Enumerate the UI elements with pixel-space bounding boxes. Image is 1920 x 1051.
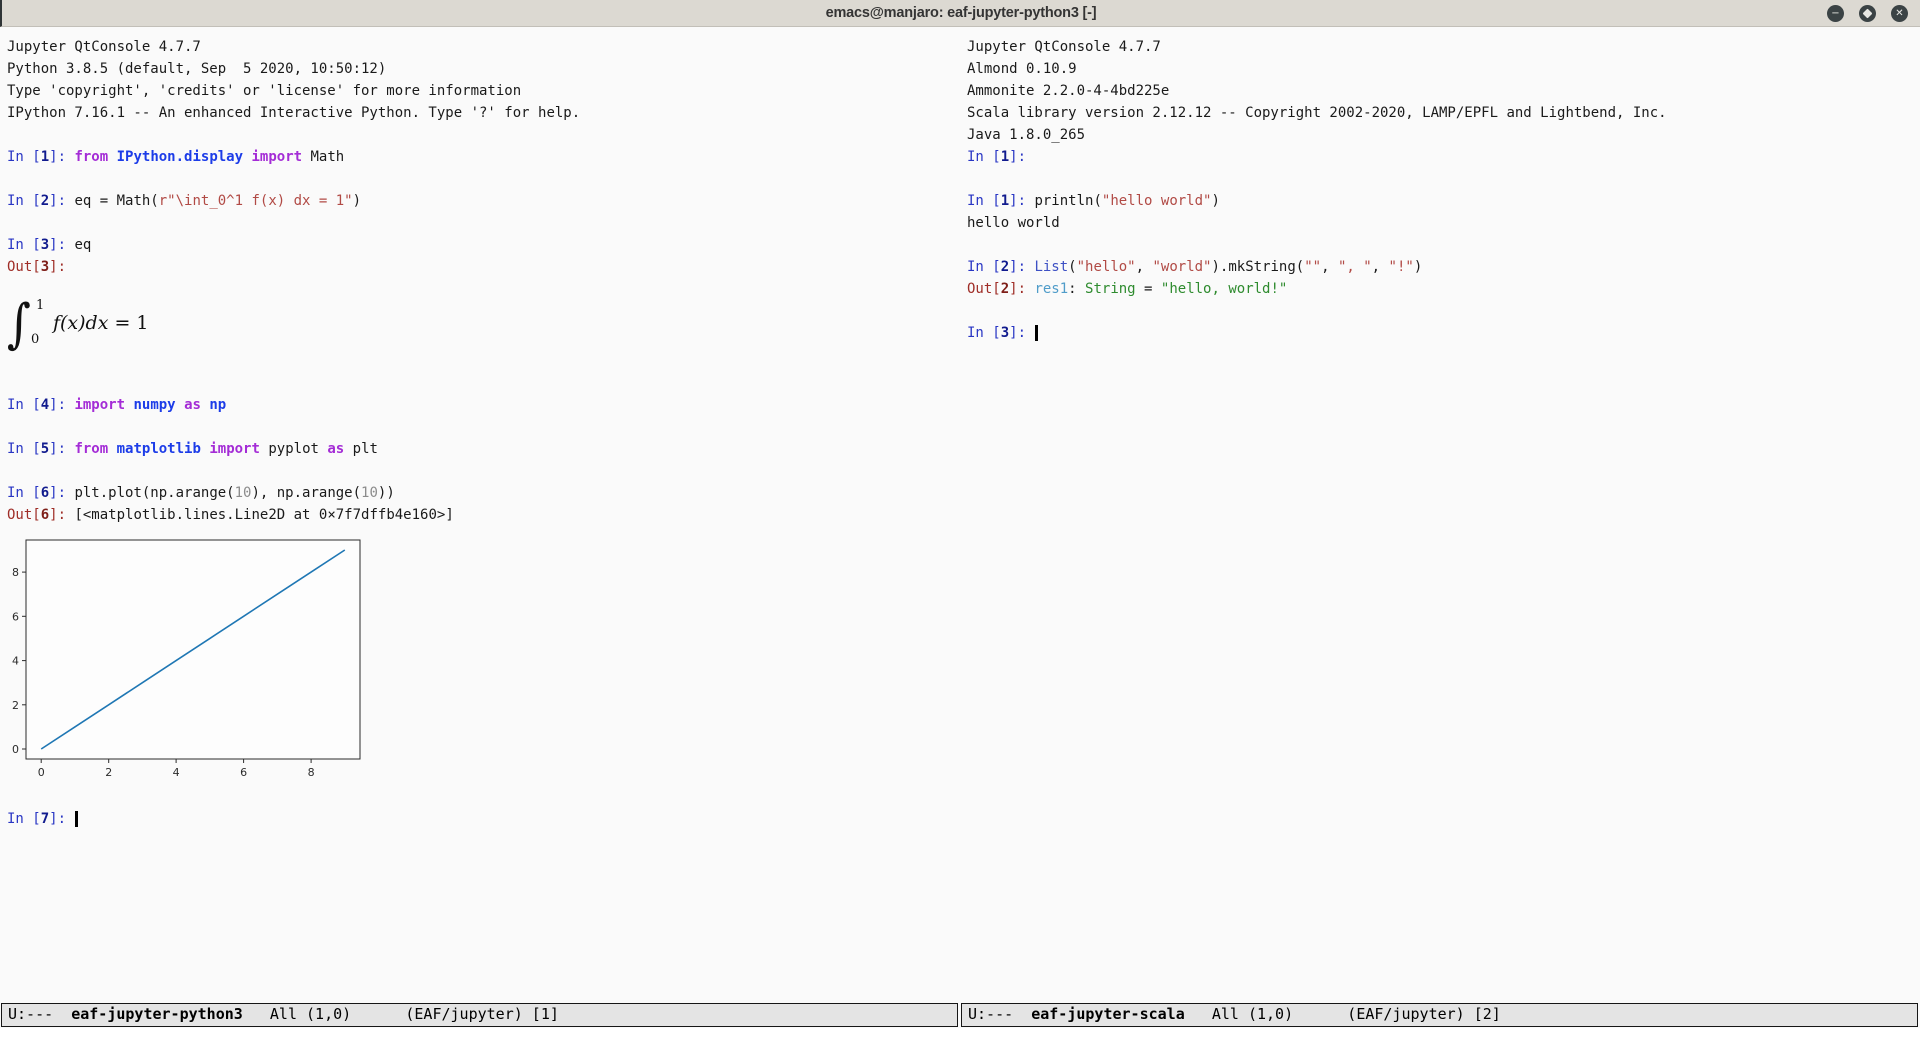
maximize-button[interactable] — [1859, 5, 1876, 22]
console-line: Jupyter QtConsole 4.7.7 — [7, 36, 960, 58]
console-line: In [4]: import numpy as np — [7, 394, 960, 416]
console-line: In [5]: from matplotlib import pyplot as… — [7, 438, 960, 460]
line-plot: 0 2 4 6 8 0 2 4 6 8 — [7, 533, 379, 779]
console-output-intro: Jupyter QtConsole 4.7.7Python 3.8.5 (def… — [7, 36, 960, 278]
console-line — [7, 124, 960, 146]
latex-equation-output: ∫ 1 0 f(x)dx = 1 — [7, 292, 960, 354]
text-cursor — [75, 811, 78, 827]
titlebar[interactable]: emacs@manjaro: eaf-jupyter-python3 [-] −… — [0, 0, 1920, 27]
svg-text:0: 0 — [38, 766, 45, 779]
console-line: Type 'copyright', 'credits' or 'license'… — [7, 80, 960, 102]
console-output-mid: In [4]: import numpy as np In [5]: from … — [7, 394, 960, 526]
svg-text:4: 4 — [173, 766, 180, 779]
text-cursor — [1035, 325, 1038, 341]
console-line — [967, 234, 1920, 256]
maximize-icon — [1863, 9, 1873, 19]
integral-upper-limit: 1 — [36, 295, 44, 317]
minimize-button[interactable]: − — [1827, 5, 1844, 22]
matplotlib-figure: 0 2 4 6 8 0 2 4 6 8 — [7, 533, 960, 786]
svg-text:2: 2 — [105, 766, 112, 779]
svg-text:4: 4 — [12, 655, 19, 668]
console-line: IPython 7.16.1 -- An enhanced Interactiv… — [7, 102, 960, 124]
console-line — [7, 168, 960, 190]
console-line: Scala library version 2.12.12 -- Copyrig… — [967, 102, 1920, 124]
console-line: Out[6]: [<matplotlib.lines.Line2D at 0×7… — [7, 504, 960, 526]
console-line: Out[3]: — [7, 256, 960, 278]
console-line: Python 3.8.5 (default, Sep 5 2020, 10:50… — [7, 58, 960, 80]
svg-text:0: 0 — [12, 743, 19, 756]
console-line: Almond 0.10.9 — [967, 58, 1920, 80]
window-title: emacs@manjaro: eaf-jupyter-python3 [-] — [826, 5, 1097, 21]
console-line: In [3]: — [967, 322, 1920, 344]
svg-text:2: 2 — [12, 699, 19, 712]
console-line — [7, 416, 960, 438]
console-line: Out[2]: res1: String = "hello, world!" — [967, 278, 1920, 300]
close-button[interactable]: ✕ — [1891, 5, 1908, 22]
scala-console-pane[interactable]: Jupyter QtConsole 4.7.7Almond 0.10.9Ammo… — [960, 27, 1920, 1003]
console-line: In [7]: — [7, 808, 960, 830]
python-console-pane[interactable]: Jupyter QtConsole 4.7.7Python 3.8.5 (def… — [0, 27, 960, 1003]
console-line: Jupyter QtConsole 4.7.7 — [967, 36, 1920, 58]
integral-sign: ∫ — [7, 289, 31, 358]
console-line: In [3]: eq — [7, 234, 960, 256]
console-line: In [1]: — [967, 146, 1920, 168]
modeline-python[interactable]: U:--- eaf-jupyter-python3 All (1,0) (EAF… — [1, 1003, 958, 1027]
console-line — [7, 212, 960, 234]
equation-body: f(x)dx = 1 — [53, 312, 149, 334]
console-line — [967, 300, 1920, 322]
console-line: In [1]: println("hello world") — [967, 190, 1920, 212]
svg-text:6: 6 — [12, 610, 19, 623]
console-line: In [6]: plt.plot(np.arange(10), np.arang… — [7, 482, 960, 504]
svg-text:6: 6 — [240, 766, 247, 779]
console-line: In [2]: eq = Math(r"\int_0^1 f(x) dx = 1… — [7, 190, 960, 212]
console-line — [7, 460, 960, 482]
svg-text:8: 8 — [308, 766, 315, 779]
close-icon: ✕ — [1895, 9, 1903, 19]
minimize-icon: − — [1831, 9, 1839, 19]
console-prompt-current[interactable]: In [7]: — [7, 808, 960, 830]
console-line: Ammonite 2.2.0-4-4bd225e — [967, 80, 1920, 102]
integral-lower-limit: 0 — [31, 329, 39, 351]
emacs-window: emacs@manjaro: eaf-jupyter-python3 [-] −… — [0, 0, 1920, 1051]
console-output: Jupyter QtConsole 4.7.7Almond 0.10.9Ammo… — [967, 36, 1920, 344]
console-line: Java 1.8.0_265 — [967, 124, 1920, 146]
console-line: hello world — [967, 212, 1920, 234]
console-line: In [1]: from IPython.display import Math — [7, 146, 960, 168]
console-line: In [2]: List("hello", "world").mkString(… — [967, 256, 1920, 278]
svg-text:8: 8 — [12, 566, 19, 579]
console-line — [967, 168, 1920, 190]
modeline-scala[interactable]: U:--- eaf-jupyter-scala All (1,0) (EAF/j… — [961, 1003, 1918, 1027]
integral-limits: 1 0 — [31, 294, 47, 352]
echo-area[interactable] — [0, 1028, 1920, 1051]
window-controls: − ✕ — [1827, 0, 1908, 27]
